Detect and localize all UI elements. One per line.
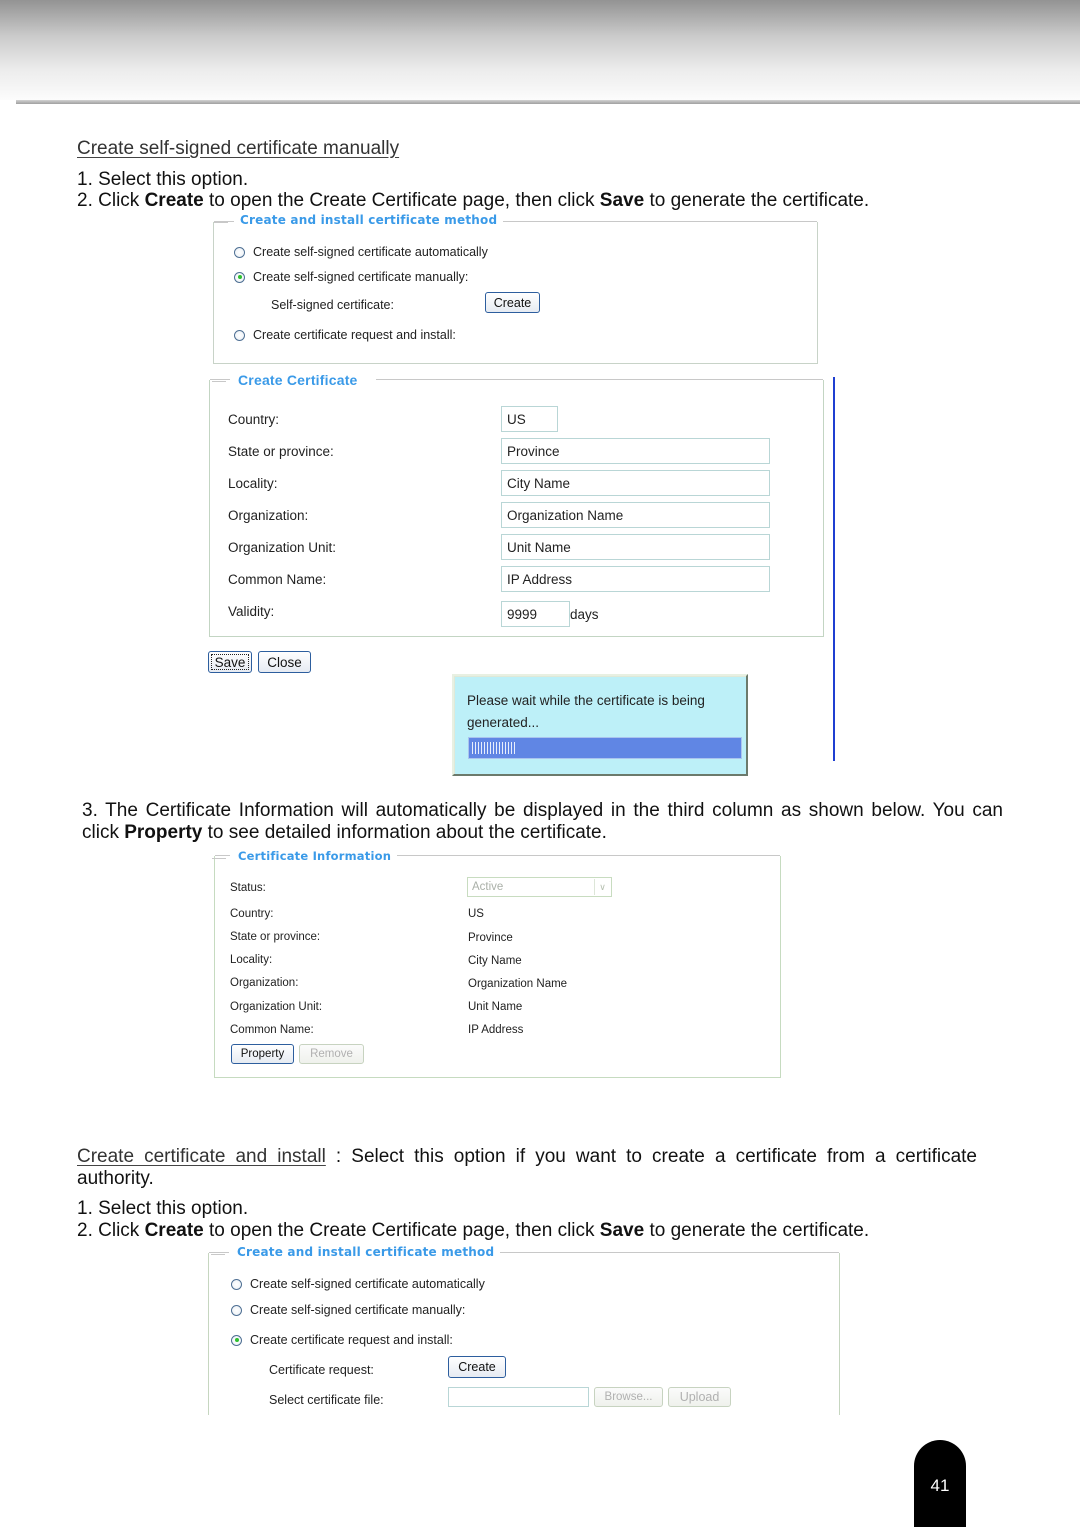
window-edge-line: [833, 377, 835, 761]
create-certificate-legend: Create Certificate: [212, 372, 364, 388]
section-heading-self-signed-manual: Create self-signed certificate manually: [77, 138, 400, 159]
self-signed-cert-label: Self-signed certificate:: [271, 298, 394, 312]
option-auto[interactable]: Create self-signed certificate automatic…: [234, 245, 488, 259]
info-organization-label: Organization:: [230, 977, 299, 989]
state-label: State or province:: [228, 444, 334, 459]
progress-bar: [468, 737, 742, 759]
info-state-label: State or province:: [230, 931, 321, 943]
method-panel-legend: Create and install certificate method: [213, 213, 504, 227]
option-request-install[interactable]: Create certificate request and install:: [234, 328, 456, 342]
radio-manual-selected[interactable]: [234, 271, 245, 283]
section-2-intro: Create certificate and install : Select …: [77, 1146, 977, 1189]
organization-label: Organization:: [228, 508, 309, 523]
state-input[interactable]: Province: [501, 438, 770, 464]
certificate-info-panel: Certificate Information Status: Active ∨…: [211, 849, 781, 1078]
info-locality-value: City Name: [468, 955, 522, 967]
radio-request-install[interactable]: [234, 329, 245, 341]
organization-input[interactable]: Organization Name: [501, 502, 770, 528]
method-panel-2: Create and install certificate method Cr…: [208, 1245, 840, 1415]
locality-input[interactable]: City Name: [501, 470, 770, 496]
wait-message: Please wait while the certificate is bei…: [467, 693, 705, 730]
certificate-info-legend: Certificate Information: [211, 849, 398, 863]
radio-auto[interactable]: [234, 246, 245, 258]
common-name-label: Common Name:: [228, 572, 327, 587]
method-panel: Create and install certificate method Cr…: [213, 213, 818, 364]
radio-manual-2[interactable]: [231, 1304, 242, 1316]
progress-fill: [472, 742, 515, 754]
country-label: Country:: [228, 412, 280, 427]
org-unit-input[interactable]: Unit Name: [501, 534, 770, 560]
method-panel-2-legend: Create and install certificate method: [210, 1245, 501, 1259]
validity-unit: days: [570, 607, 599, 622]
section-2-step-2: 2. Click Create to open the Create Certi…: [77, 1220, 870, 1241]
info-state-value: Province: [468, 932, 513, 944]
create-button[interactable]: Create: [485, 292, 540, 313]
info-country-label: Country:: [230, 908, 274, 920]
option-auto-2[interactable]: Create self-signed certificate automatic…: [231, 1277, 485, 1291]
common-name-input[interactable]: IP Address: [501, 566, 770, 592]
chevron-down-icon[interactable]: ∨: [594, 879, 610, 895]
save-button[interactable]: Save: [208, 651, 252, 673]
locality-label: Locality:: [228, 476, 278, 491]
property-button[interactable]: Property: [231, 1044, 294, 1064]
close-button[interactable]: Close: [258, 651, 311, 673]
country-input[interactable]: US: [501, 406, 558, 432]
info-country-value: US: [468, 908, 484, 920]
certificate-request-label: Certificate request:: [269, 1363, 374, 1377]
org-unit-label: Organization Unit:: [228, 540, 337, 555]
upload-button[interactable]: Upload: [668, 1387, 731, 1407]
browse-button[interactable]: Browse...: [594, 1387, 663, 1407]
step-3-text: 3. The Certificate Information will auto…: [82, 800, 1003, 843]
page-header-band: [0, 0, 1080, 100]
info-org-unit-label: Organization Unit:: [230, 1001, 323, 1013]
option-manual-2[interactable]: Create self-signed certificate manually:: [231, 1303, 465, 1317]
create-request-button[interactable]: Create: [448, 1356, 506, 1378]
header-divider: [16, 100, 1080, 104]
radio-request-install-selected[interactable]: [231, 1334, 242, 1346]
select-certificate-file-label: Select certificate file:: [269, 1393, 384, 1407]
info-locality-label: Locality:: [230, 954, 273, 966]
create-certificate-panel: Create Certificate Country: US State or …: [209, 372, 824, 637]
step-2-text: 2. Click Create to open the Create Certi…: [77, 190, 870, 211]
page-number-tab: 41: [914, 1440, 966, 1527]
radio-auto-2[interactable]: [231, 1278, 242, 1290]
section-2-step-1: 1. Select this option.: [77, 1198, 249, 1219]
info-common-name-label: Common Name:: [230, 1024, 314, 1036]
option-request-install-2[interactable]: Create certificate request and install:: [231, 1333, 453, 1347]
status-label: Status:: [230, 882, 266, 894]
info-common-name-value: IP Address: [468, 1024, 524, 1036]
certificate-file-input[interactable]: [448, 1387, 589, 1407]
status-select[interactable]: Active ∨: [467, 877, 612, 897]
option-manual[interactable]: Create self-signed certificate manually:: [234, 270, 468, 284]
step-1-text: 1. Select this option.: [77, 169, 249, 190]
info-organization-value: Organization Name: [468, 978, 568, 990]
validity-label: Validity:: [228, 604, 275, 619]
section-heading-create-install: Create certificate and install: [77, 1146, 326, 1167]
wait-dialog: Please wait while the certificate is bei…: [452, 674, 748, 776]
page-number: 41: [930, 1476, 950, 1495]
validity-input[interactable]: 9999: [501, 601, 570, 627]
remove-button[interactable]: Remove: [299, 1044, 364, 1064]
info-org-unit-value: Unit Name: [468, 1001, 523, 1013]
